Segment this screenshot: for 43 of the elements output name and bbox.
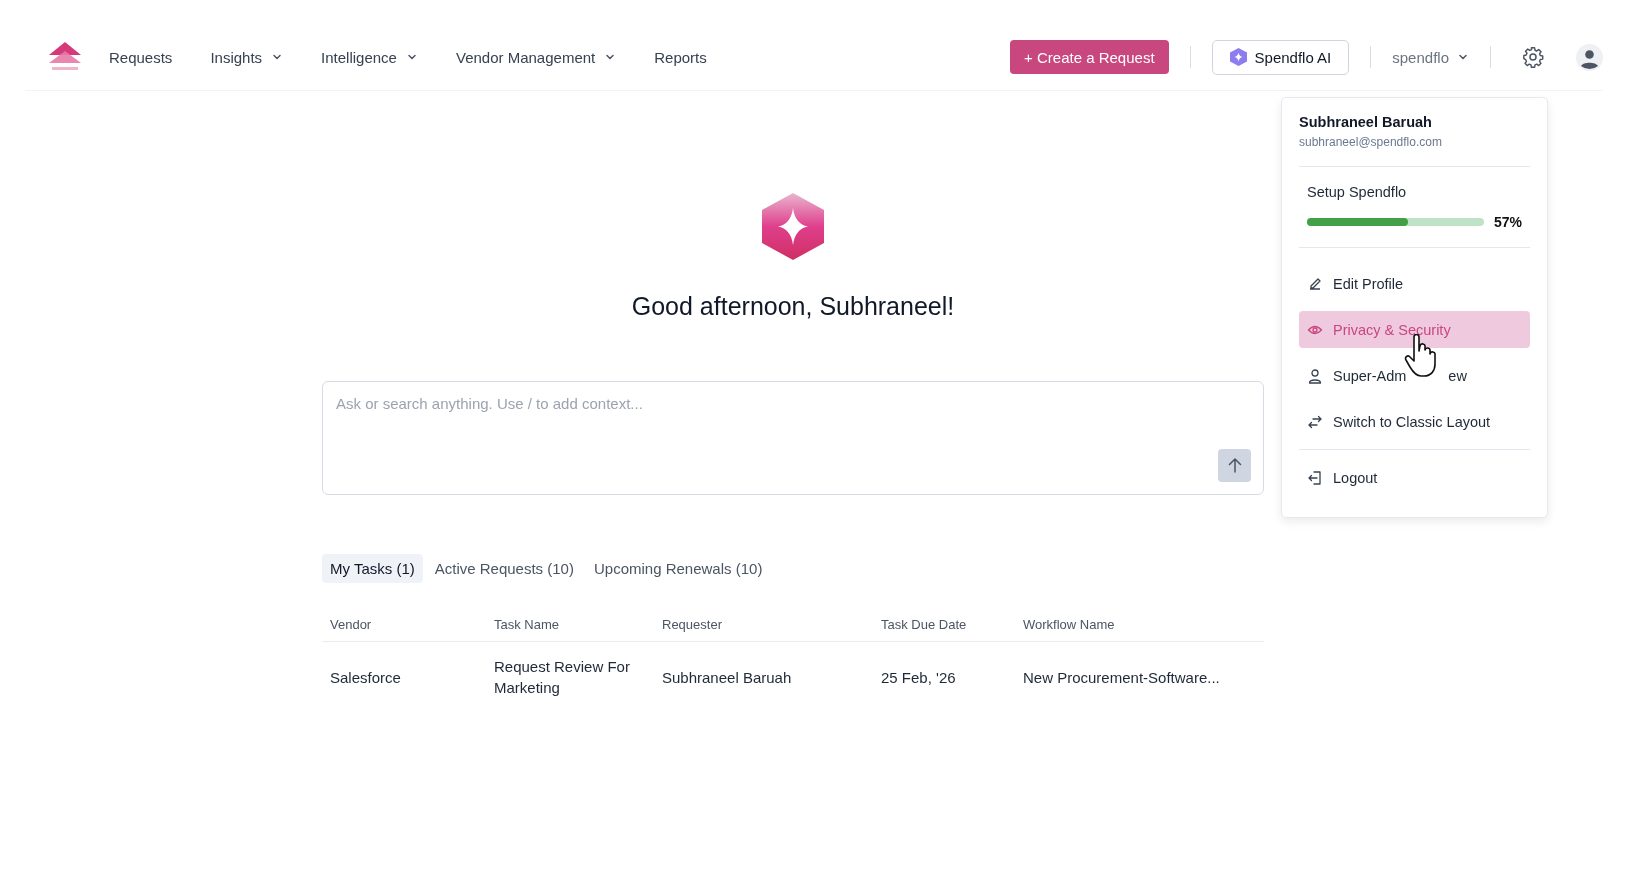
menu-item[interactable]: Super-Adm ew — [1299, 357, 1530, 394]
nav-link[interactable]: Intelligence — [321, 48, 418, 66]
logout-icon — [1307, 469, 1323, 486]
avatar-icon[interactable] — [1576, 43, 1603, 71]
setup-label: Setup Spendflo — [1307, 184, 1408, 200]
table-cell: 25 Feb, '26 — [873, 641, 1015, 712]
table-cell: Salesforce — [322, 641, 486, 712]
nav-link[interactable]: Vendor Management — [455, 48, 617, 66]
menu-item[interactable]: Logout — [1299, 459, 1530, 496]
logo-icon[interactable] — [49, 42, 81, 72]
column-header: Task Name — [486, 617, 654, 642]
nav-link[interactable]: Requests — [109, 48, 173, 66]
spendflo-ai-button[interactable]: Spendflo AI — [1211, 39, 1350, 75]
swap-arrows-icon — [1307, 413, 1323, 430]
arrow-up-icon — [1227, 458, 1242, 473]
table-cell: New Procurement-Software... — [1015, 641, 1264, 712]
search-field[interactable]: Ask or search anything. Use / to add context... — [322, 381, 1264, 495]
column-header: Workflow Name — [1015, 617, 1264, 642]
table-cell: Request Review For Marketing — [486, 641, 654, 712]
tab[interactable]: Active Requests (10) — [426, 554, 582, 583]
user-icon — [1307, 367, 1323, 384]
send-button[interactable] — [1218, 449, 1251, 482]
table-cell: Subhraneel Baruah — [654, 641, 873, 712]
create-request-button[interactable]: + Create a Request — [1010, 40, 1169, 74]
workspace-dropdown[interactable]: spendflo — [1392, 48, 1469, 66]
sparkle-hexagon-icon — [1229, 48, 1247, 66]
column-header: Requester — [654, 617, 873, 642]
column-header: Task Due Date — [873, 617, 1015, 642]
user-name: Subhraneel Baruah — [1299, 114, 1433, 130]
menu-item[interactable]: Edit Profile — [1299, 265, 1530, 302]
tab[interactable]: Upcoming Renewals (10) — [585, 554, 771, 583]
settings-icon[interactable] — [1522, 46, 1544, 68]
nav-link[interactable]: Reports — [654, 48, 707, 66]
greeting-heading: Good afternoon, Subhraneel! — [631, 292, 955, 321]
menu-item[interactable]: Switch to Classic Layout — [1299, 403, 1530, 440]
ai-sparkle-logo — [762, 193, 824, 260]
nav-link[interactable]: Insights — [210, 48, 284, 66]
menu-item-text: Super-Adm — [1333, 367, 1407, 384]
tab[interactable]: My Tasks (1) — [322, 554, 423, 583]
progress-percent: 57% — [1493, 214, 1522, 230]
column-header: Vendor — [322, 617, 486, 642]
user-email: subhraneel@spendflo.com — [1299, 135, 1443, 149]
menu-item-text: ew — [1448, 367, 1467, 384]
